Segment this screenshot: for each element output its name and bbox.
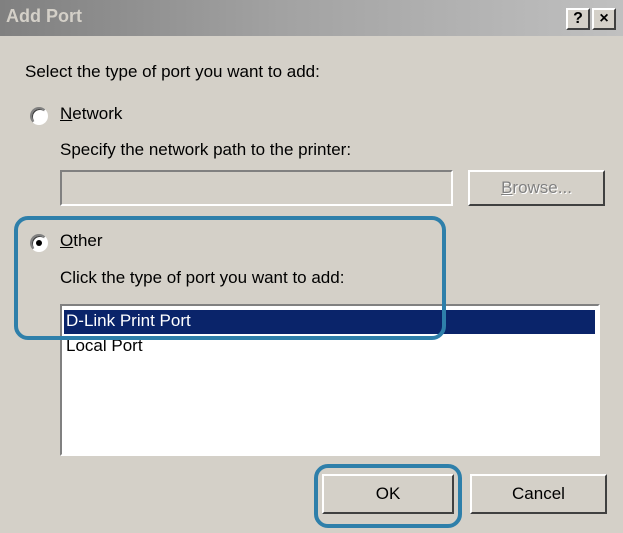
list-item-dlink-print-port[interactable]: D-Link Print Port — [64, 310, 595, 334]
network-path-prompt: Specify the network path to the printer: — [60, 140, 352, 159]
dialog-title: Add Port — [6, 6, 82, 26]
other-radio[interactable] — [30, 234, 48, 252]
browse-accel: B — [501, 178, 513, 197]
other-label-text: ther — [73, 231, 103, 250]
list-item-local-port[interactable]: Local Port — [64, 335, 595, 359]
network-label[interactable]: Network — [60, 104, 122, 124]
radio-selected-dot — [36, 240, 42, 246]
port-list-prompt: Click the type of port you want to add: — [60, 268, 345, 287]
network-label-text: etwork — [72, 104, 123, 123]
close-button[interactable]: × — [592, 8, 616, 30]
ok-button[interactable]: OK — [322, 474, 454, 514]
network-accel: N — [60, 104, 73, 123]
browse-label-text: rowse... — [512, 178, 572, 197]
other-label[interactable]: Other — [60, 231, 103, 251]
cancel-button[interactable]: Cancel — [470, 474, 607, 514]
port-type-prompt: Select the type of port you want to add: — [25, 62, 320, 81]
network-path-input[interactable] — [60, 170, 453, 206]
port-type-list[interactable]: D-Link Print Port Local Port — [60, 304, 600, 456]
browse-button[interactable]: Browse... — [468, 170, 605, 206]
help-button[interactable]: ? — [566, 8, 590, 30]
network-radio[interactable] — [30, 107, 48, 125]
add-port-dialog: Add Port ? × Select the type of port you… — [0, 0, 623, 533]
title-bar[interactable]: Add Port ? × — [0, 0, 623, 36]
other-accel: O — [60, 231, 74, 250]
